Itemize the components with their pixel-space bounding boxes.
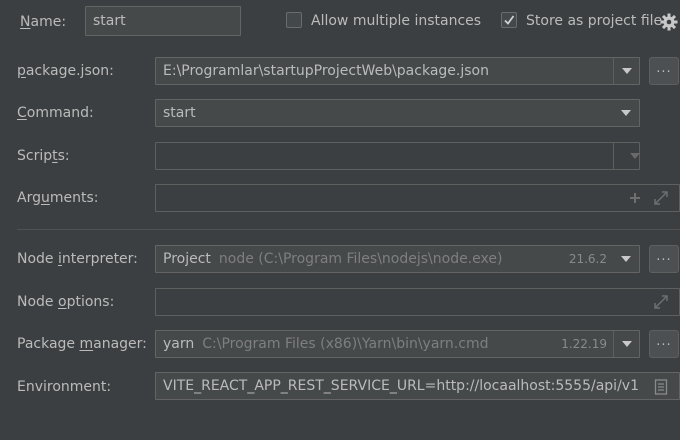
package-manager-version: 1.22.19 (561, 337, 607, 351)
section-separator (17, 229, 680, 230)
package-manager-value: yarn (163, 336, 195, 352)
arguments-label: Arguments: (17, 190, 99, 206)
package-manager-path: C:\Program Files (x86)\Yarn\bin\yarn.cmd (202, 336, 489, 352)
gear-icon[interactable] (660, 13, 678, 31)
package-manager-combo[interactable]: yarn C:\Program Files (x86)\Yarn\bin\yarn… (155, 330, 640, 358)
scripts-combo[interactable] (155, 142, 640, 170)
package-json-combo[interactable]: E:\Programlar\startupProjectWeb\package.… (155, 57, 640, 85)
chevron-down-icon (622, 68, 632, 74)
scripts-label: Scripts: (17, 148, 70, 164)
node-interpreter-dropdown[interactable] (613, 246, 639, 272)
name-field[interactable]: start (85, 6, 241, 36)
node-options-label: Node options: (17, 294, 115, 310)
allow-multiple-checkbox[interactable] (286, 12, 302, 28)
package-manager-display: yarn C:\Program Files (x86)\Yarn\bin\yarn… (163, 331, 488, 357)
scripts-dropdown[interactable] (613, 143, 640, 169)
chevron-down-icon (621, 256, 631, 262)
node-interpreter-combo[interactable]: Project node (C:\Program Files\nodejs\nod… (155, 245, 640, 273)
command-combo[interactable]: start (155, 99, 640, 127)
plus-icon[interactable] (629, 192, 641, 204)
node-options-field[interactable] (155, 288, 680, 316)
node-interpreter-label: Node interpreter: (17, 251, 138, 267)
chevron-down-icon (621, 110, 631, 116)
expand-icon[interactable] (653, 294, 669, 310)
package-manager-label: Package manager: (17, 336, 147, 352)
package-json-dropdown[interactable] (613, 58, 639, 84)
package-json-value: E:\Programlar\startupProjectWeb\package.… (163, 63, 489, 79)
node-interpreter-browse-button[interactable]: ... (649, 245, 679, 273)
chevron-down-icon (622, 341, 632, 347)
command-value: start (163, 105, 196, 121)
store-project-label[interactable]: Store as project file (526, 11, 662, 31)
node-interpreter-version: 21.6.2 (568, 252, 607, 266)
store-project-checkbox[interactable] (501, 12, 517, 28)
environment-label: Environment: (17, 379, 112, 395)
package-manager-dropdown[interactable] (613, 331, 639, 357)
name-label: Name: (20, 14, 67, 30)
environment-value: VITE_REACT_APP_REST_SERVICE_URL=http://l… (163, 378, 639, 394)
node-interpreter-path: node (C:\Program Files\nodejs\node.exe) (218, 251, 503, 267)
node-interpreter-display: Project node (C:\Program Files\nodejs\nod… (163, 246, 502, 272)
package-manager-browse-button[interactable]: ... (649, 330, 679, 358)
command-dropdown[interactable] (613, 100, 639, 126)
name-field-value: start (93, 13, 126, 29)
document-icon[interactable] (654, 379, 668, 395)
expand-icon[interactable] (653, 190, 669, 206)
checkmark-icon (504, 15, 515, 25)
package-json-browse-button[interactable]: ... (649, 57, 679, 85)
command-label: Command: (17, 105, 94, 121)
chevron-down-icon (630, 153, 640, 159)
package-json-label: package.json: (17, 63, 114, 79)
node-interpreter-value: Project (163, 251, 211, 267)
allow-multiple-label[interactable]: Allow multiple instances (311, 11, 481, 31)
environment-field[interactable]: VITE_REACT_APP_REST_SERVICE_URL=http://l… (155, 372, 680, 400)
arguments-field[interactable] (155, 184, 680, 212)
